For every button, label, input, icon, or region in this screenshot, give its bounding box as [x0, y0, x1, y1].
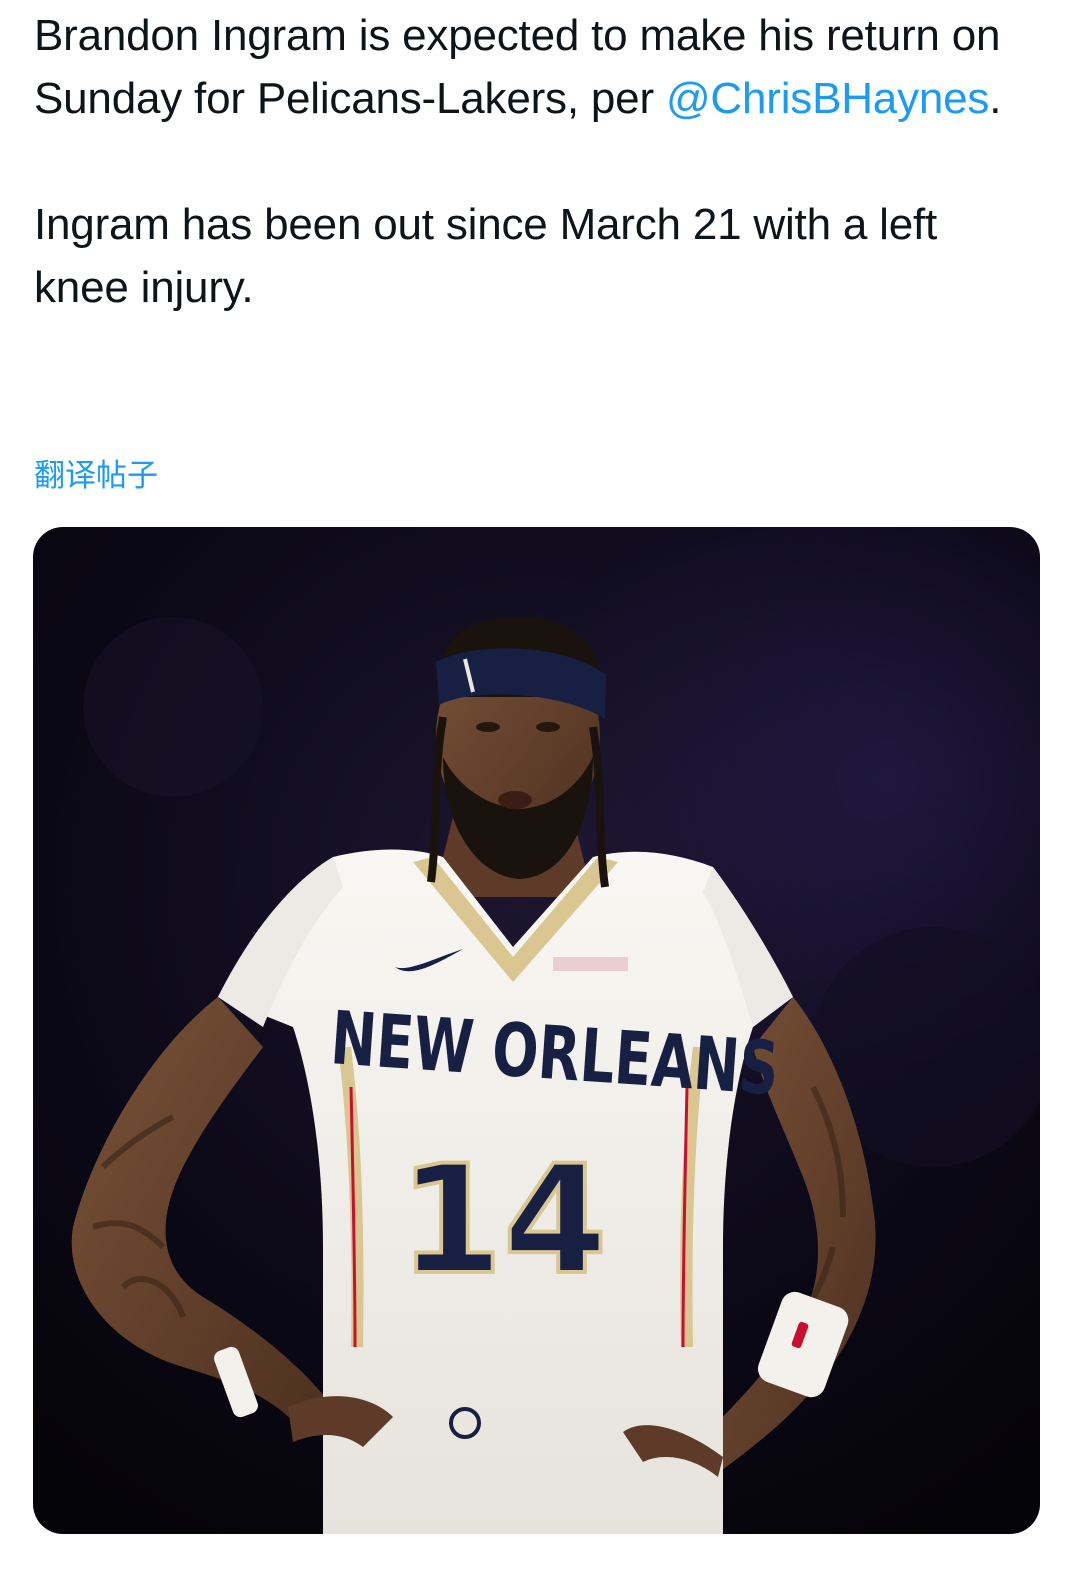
tweet-paragraph-1-end: .	[989, 74, 1002, 123]
translate-post-link[interactable]: 翻译帖子	[34, 454, 158, 498]
mention-link[interactable]: @ChrisBHaynes	[666, 74, 989, 123]
tweet-paragraph-1: Brandon Ingram is expected to make his r…	[34, 4, 1034, 130]
jersey-number-text: 14	[399, 1134, 608, 1308]
tweet-paragraph-2: Ingram has been out since March 21 with …	[34, 200, 938, 312]
player-photo: NEW ORLEANS 14	[33, 527, 1040, 1534]
tweet-media-image[interactable]: NEW ORLEANS 14	[33, 527, 1040, 1534]
tweet-text: Brandon Ingram is expected to make his r…	[34, 4, 1034, 319]
